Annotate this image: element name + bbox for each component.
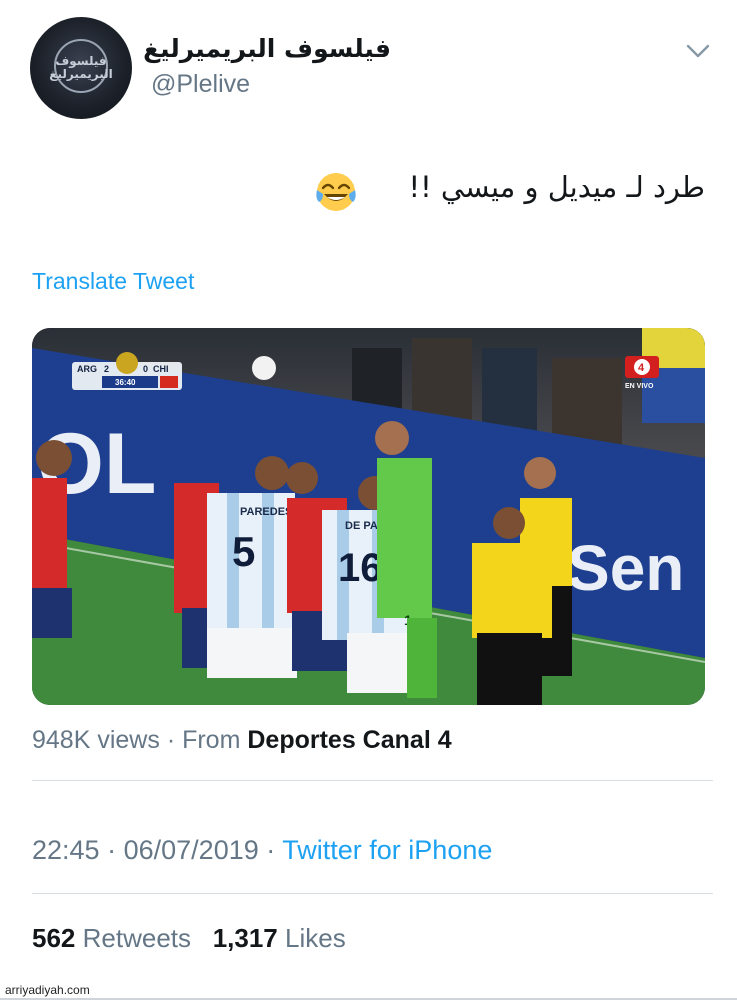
likes-count: 1,317 [212, 923, 278, 953]
scorebug-clock: 36:40 [115, 378, 136, 387]
view-count-line: 948K views · From Deportes Canal 4 [32, 726, 452, 755]
chevron-down-icon[interactable] [683, 36, 713, 66]
divider [32, 780, 713, 781]
display-name[interactable]: فيلسوف البريميرليغ [143, 34, 391, 63]
tweet-text: طرد لـ ميديل و ميسي !! [408, 170, 705, 204]
broadcaster-badge: 4 [638, 362, 645, 374]
source-account[interactable]: Deportes Canal 4 [247, 726, 451, 754]
player-name-paredes: PAREDES [240, 506, 292, 518]
separator: · [107, 835, 117, 865]
from-label: · From [166, 726, 241, 754]
divider [32, 893, 713, 894]
tweet-timestamp: 22:45 · 06/07/2019 · Twitter for iPhone [32, 835, 492, 866]
retweets-label: Retweets [82, 923, 192, 953]
likes-stat[interactable]: 1,317 Likes [213, 923, 346, 953]
ad-board-text: Sen [567, 532, 684, 604]
broadcaster-label: EN VIVO [625, 383, 654, 390]
player-number-16: 16 [338, 546, 383, 590]
tweet-client-link[interactable]: Twitter for iPhone [282, 835, 492, 865]
translate-tweet-link[interactable]: Translate Tweet [32, 268, 194, 295]
tweet-date: 06/07/2019 [123, 835, 259, 865]
player-number-5: 5 [232, 528, 255, 575]
avatar-logo-text: فيلسوف البريميرليغ [49, 54, 113, 81]
views-count: 948K views [32, 726, 160, 754]
tweet-time: 22:45 [32, 835, 100, 865]
avatar[interactable]: فيلسوف البريميرليغ [30, 17, 132, 119]
watermark: arriyadiyah.com [2, 983, 93, 997]
engagement-counts: 562 Retweets 1,317 Likes [32, 923, 346, 954]
scorebug-away-team: CHI [153, 364, 169, 374]
scorebug-home-team: ARG [77, 364, 97, 374]
user-handle[interactable]: @Plelive [151, 70, 250, 99]
retweets-count: 562 [32, 923, 76, 953]
tweet-media-video[interactable]: OL Sen PAREDES 5 DE PAUL 16 ARG 2 0 CHI … [32, 328, 705, 705]
ball-icon [252, 356, 276, 380]
likes-label: Likes [285, 923, 346, 953]
scorebug-away-score: 0 [143, 364, 148, 374]
retweets-stat[interactable]: 562 Retweets [32, 923, 191, 953]
separator: · [266, 835, 276, 865]
scorebug-home-score: 2 [104, 364, 109, 374]
face-with-tears-of-joy-icon [314, 170, 358, 214]
